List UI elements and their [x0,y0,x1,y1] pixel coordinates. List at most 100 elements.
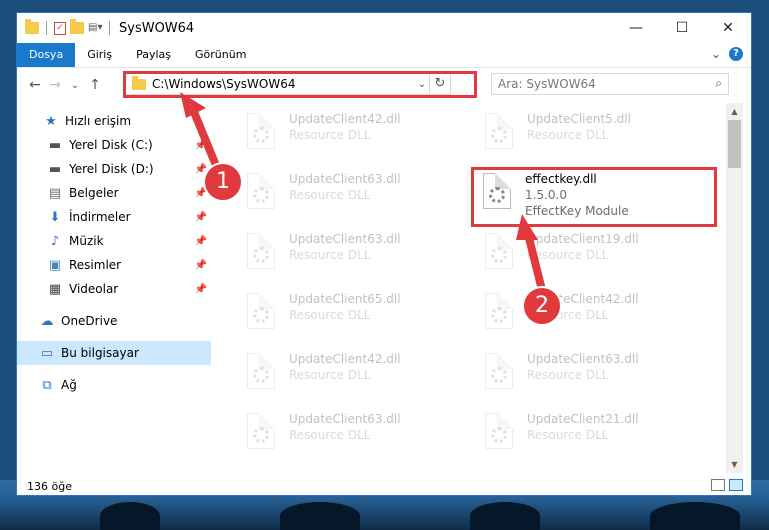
file-name: UpdateClient21.dll [527,412,639,426]
pin-icon[interactable]: 📌 [195,140,207,151]
separator [109,21,110,35]
dll-file-icon [241,291,281,335]
item-count: 136 öğe [27,479,72,493]
file-item[interactable]: UpdateClient19.dll Resource DLL [479,231,639,275]
details-view-icon[interactable] [711,479,725,491]
sidebar-item-label: Resimler [69,258,122,272]
maximize-button[interactable]: ☐ [659,13,705,43]
dll-file-icon [479,411,519,455]
ribbon-tabs: Dosya Giriş Paylaş Görünüm ⌄ ? [17,43,751,67]
minimize-button[interactable]: — [613,13,659,43]
dll-file-icon [241,171,281,215]
recent-locations-button[interactable]: ⌄ [65,80,85,91]
file-item[interactable]: UpdateClient42.dll Resource DLL [241,351,401,395]
file-type: Resource DLL [527,368,609,382]
sidebar-item-onedrive[interactable]: ☁ OneDrive [17,309,211,333]
file-item[interactable]: UpdateClient63.dll Resource DLL [241,411,401,455]
properties-icon[interactable]: ✓ [54,21,66,35]
pin-icon[interactable]: 📌 [195,260,207,271]
pin-icon[interactable]: 📌 [195,212,207,223]
scroll-thumb[interactable] [728,120,741,168]
search-icon[interactable]: ⌕ [715,76,722,91]
sidebar-item-quick-access[interactable]: ★ Hızlı erişim [17,109,211,133]
cloud-icon: ☁ [40,313,54,329]
file-name: UpdateClient5.dll [527,112,631,126]
download-icon: ⬇ [49,209,61,225]
file-item[interactable]: UpdateClient42.dll Resource DLL [241,111,401,155]
tab-share[interactable]: Paylaş [124,43,183,67]
expand-ribbon-icon[interactable]: ⌄ [711,47,721,61]
drive-icon: ▬ [48,161,62,177]
palm-silhouette [470,502,540,530]
file-name: UpdateClient65.dll [289,292,401,306]
dll-file-icon [479,231,519,275]
file-type: Resource DLL [289,308,371,322]
sidebar-item-label: Videolar [69,282,119,296]
dll-file-icon [241,231,281,275]
star-icon: ★ [45,113,57,129]
dll-file-icon [241,111,281,155]
up-button[interactable]: ↑ [85,77,105,93]
pin-icon[interactable]: 📌 [195,236,207,247]
file-item[interactable]: UpdateClient65.dll Resource DLL [241,291,401,335]
sidebar-item-label: Bu bilgisayar [61,346,139,360]
file-name: UpdateClient42.dll [289,352,401,366]
tab-file[interactable]: Dosya [17,43,76,67]
file-item[interactable]: UpdateClient63.dll Resource DLL [241,231,401,275]
sidebar-item-music[interactable]: ♪ Müzik 📌 [17,229,211,253]
back-button[interactable]: ← [25,77,45,93]
sidebar-item-downloads[interactable]: ⬇ İndirmeler 📌 [17,205,211,229]
callout-2-badge: 2 [522,286,562,326]
palm-silhouette [100,502,160,530]
file-item[interactable]: UpdateClient63.dll Resource DLL [241,171,401,215]
search-input[interactable]: Ara: SysWOW64 ⌕ [491,73,729,95]
file-name: UpdateClient42.dll [289,112,401,126]
file-name: UpdateClient63.dll [289,232,401,246]
file-item[interactable]: UpdateClient63.dll Resource DLL [479,351,639,395]
tab-home[interactable]: Giriş [75,43,124,67]
file-type: Resource DLL [289,128,371,142]
close-button[interactable]: ✕ [705,13,751,43]
folder-icon[interactable] [25,19,39,34]
file-item[interactable]: UpdateClient5.dll Resource DLL [479,111,631,155]
sidebar-item-disk-d[interactable]: ▬ Yerel Disk (D:) 📌 [17,157,211,181]
separator [46,21,47,35]
file-name: UpdateClient63.dll [527,352,639,366]
file-name: UpdateClient63.dll [289,412,401,426]
sidebar-item-label: OneDrive [61,314,118,328]
pin-icon[interactable]: 📌 [195,284,207,295]
file-name: UpdateClient63.dll [289,172,401,186]
sidebar-item-pictures[interactable]: ▣ Resimler 📌 [17,253,211,277]
file-item[interactable]: UpdateClient21.dll Resource DLL [479,411,639,455]
dll-file-icon [241,351,281,395]
vertical-scrollbar[interactable]: ▲ ▼ [726,103,743,473]
sidebar-item-disk-c[interactable]: ▬ Yerel Disk (C:) 📌 [17,133,211,157]
sidebar-item-label: Yerel Disk (C:) [69,138,153,152]
title-bar: ✓ ▤▾ SysWOW64 — ☐ ✕ [17,13,751,43]
ribbon-right: ⌄ ? [711,47,743,61]
file-list: UpdateClient42.dll Resource DLL UpdateCli… [211,103,725,473]
sidebar-item-label: Yerel Disk (D:) [69,162,154,176]
sidebar-item-this-pc[interactable]: ▭ Bu bilgisayar [17,341,211,365]
dll-file-icon [241,411,281,455]
file-type: Resource DLL [289,188,371,202]
sidebar-item-videos[interactable]: ▦ Videolar 📌 [17,277,211,301]
computer-icon: ▭ [40,345,54,361]
forward-button[interactable]: → [45,77,65,93]
file-highlight [471,167,717,227]
music-icon: ♪ [50,233,60,249]
scroll-down-icon[interactable]: ▼ [726,456,743,473]
explorer-window: ✓ ▤▾ SysWOW64 — ☐ ✕ Dosya Giriş Paylaş G… [16,12,752,496]
help-icon[interactable]: ? [729,47,743,61]
sidebar-item-label: Ağ [61,378,77,392]
quick-access-toolbar: ✓ ▤▾ [17,19,113,35]
customize-toolbar-icon[interactable]: ▤▾ [88,22,102,34]
search-placeholder: Ara: SysWOW64 [498,77,596,91]
sidebar-item-network[interactable]: ⧉ Ağ [17,373,211,397]
sidebar-item-documents[interactable]: ▤ Belgeler 📌 [17,181,211,205]
tab-view[interactable]: Görünüm [183,43,258,67]
large-icons-view-icon[interactable] [729,479,743,491]
scroll-up-icon[interactable]: ▲ [726,103,743,120]
new-folder-icon[interactable] [70,19,84,34]
dll-file-icon [479,351,519,395]
